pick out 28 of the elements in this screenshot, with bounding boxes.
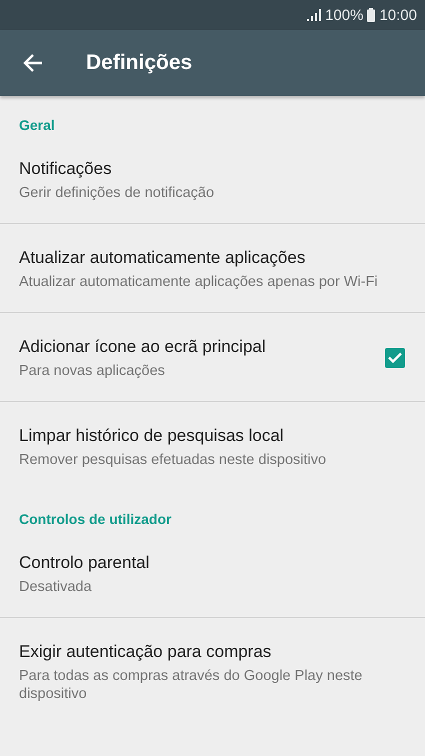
setting-title: Controlo parental — [19, 552, 150, 574]
back-button[interactable] — [22, 52, 44, 74]
setting-description: Gerir definições de notificação — [19, 184, 216, 202]
setting-title: Notificações — [19, 158, 113, 180]
setting-description: Remover pesquisas efetuadas neste dispositivo — [19, 451, 328, 469]
setting-description: Para todas as compras através do Google Play neste dispositivo — [19, 667, 364, 703]
clock-time: 10:00 — [379, 6, 417, 24]
settings-item[interactable]: Atualizar automaticamente aplicações Atualizar automaticamente aplicações apenas por Wi-Fi — [0, 224, 425, 313]
battery-icon — [367, 8, 376, 22]
setting-description: Atualizar automaticamente aplicações apenas por Wi-Fi — [19, 273, 379, 291]
setting-title: Exigir autenticação para compras — [19, 641, 272, 663]
settings-item[interactable]: Exigir autenticação para compras Para todas as compras através do Google Play neste dispositivo — [0, 618, 425, 724]
section-header: Geral — [19, 116, 55, 135]
back-arrow-icon — [23, 54, 43, 72]
screen-title: Definições — [86, 51, 192, 75]
setting-title: Atualizar automaticamente aplicações — [19, 247, 306, 269]
signal-icon — [307, 9, 322, 21]
checkbox[interactable] — [385, 348, 405, 368]
settings-item[interactable]: Controlo parental Desativada — [0, 529, 425, 618]
section-header: Controlos de utilizador — [19, 510, 172, 529]
setting-title: Adicionar ícone ao ecrã principal — [19, 336, 267, 358]
settings-item[interactable]: Limpar histórico de pesquisas local Remover pesquisas efetuadas neste dispositivo — [0, 402, 425, 490]
settings-item[interactable]: Adicionar ícone ao ecrã principal Para novas aplicações — [0, 313, 425, 402]
setting-description: Para novas aplicações — [19, 362, 166, 380]
setting-description: Desativada — [19, 578, 93, 596]
settings-item[interactable]: Notificações Gerir definições de notificação — [0, 135, 425, 224]
battery-percentage: 100% — [325, 6, 364, 24]
setting-title: Limpar histórico de pesquisas local — [19, 425, 285, 447]
